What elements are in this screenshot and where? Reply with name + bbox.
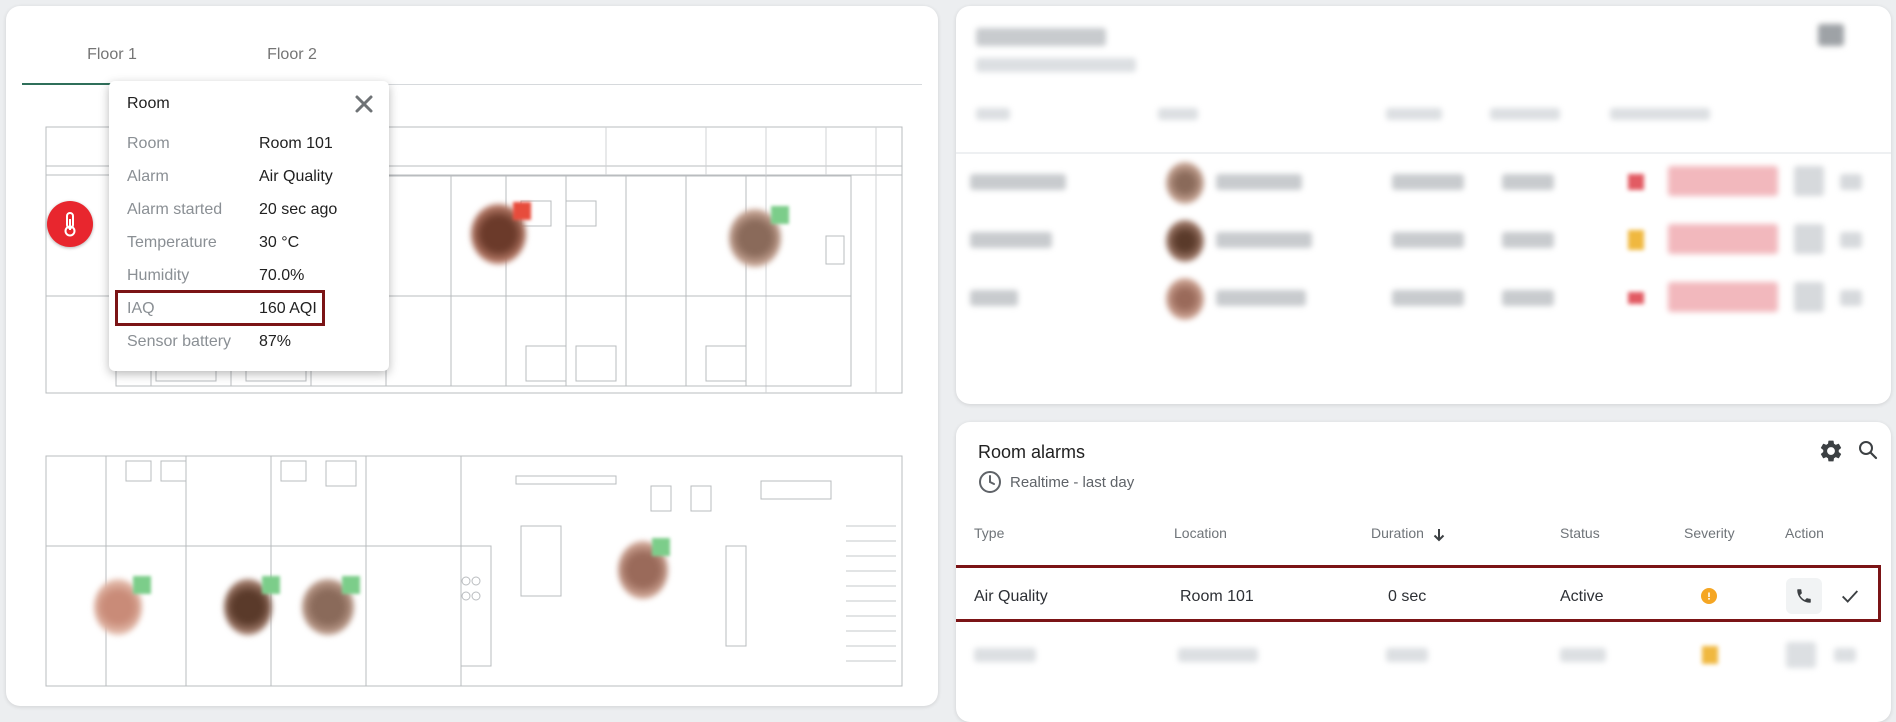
- blurred-header: [1386, 108, 1442, 120]
- popup-value: 20 sec ago: [259, 201, 338, 218]
- floor-tabs: Floor 1 Floor 2: [22, 28, 922, 85]
- avatar: [1166, 220, 1204, 262]
- blurred-status: [1628, 174, 1644, 190]
- blurred-action[interactable]: [1834, 648, 1856, 662]
- popup-key: Room: [127, 135, 170, 152]
- tab-floor-2[interactable]: Floor 2: [202, 46, 382, 64]
- popup-key: Alarm started: [127, 201, 223, 218]
- blurred-title: [976, 28, 1106, 46]
- occupant-status-dot: [262, 576, 280, 594]
- popup-value: Room 101: [259, 135, 333, 152]
- blurred-action[interactable]: [1840, 290, 1862, 306]
- cell-location: Room 101: [1180, 588, 1254, 605]
- check-icon: [1842, 590, 1859, 603]
- blurred-cell: [1386, 648, 1428, 662]
- occupant-status-dot: [133, 576, 151, 594]
- blurred-badge: [1668, 282, 1778, 312]
- cell-duration: 0 sec: [1388, 588, 1427, 605]
- popup-row-temperature: Temperature 30 °C: [127, 234, 377, 254]
- clock-icon: [979, 471, 1001, 493]
- popup-key: Temperature: [127, 234, 217, 251]
- blurred-header: [1158, 108, 1198, 120]
- iaq-highlight-box: [115, 290, 325, 326]
- popup-value: 70.0%: [259, 267, 305, 284]
- blurred-header: [976, 108, 1010, 120]
- popup-title: Room: [127, 95, 170, 112]
- blurred-header: [1610, 108, 1710, 120]
- blurred-badge: [1668, 224, 1778, 254]
- popup-key: Humidity: [127, 267, 190, 284]
- popup-row-sensor-battery: Sensor battery 87%: [127, 333, 377, 353]
- blurred-settings-icon[interactable]: [1818, 24, 1844, 46]
- occupant-status-dot: [771, 206, 789, 224]
- blurred-action[interactable]: [1840, 174, 1862, 190]
- blurred-status: [1628, 292, 1644, 304]
- blurred-cell: [970, 174, 1066, 190]
- blurred-status: [1628, 230, 1644, 250]
- cell-status: Active: [1560, 588, 1604, 605]
- severity-warning-icon: [1701, 588, 1717, 604]
- blurred-severity: [1702, 646, 1718, 664]
- column-header-type[interactable]: Type: [974, 525, 1004, 541]
- blurred-cell: [1178, 648, 1258, 662]
- popup-row-alarm: Alarm Air Quality: [127, 168, 377, 188]
- blurred-alarms-card: [956, 6, 1891, 404]
- floor-plan-card: Floor 1 Floor 2 Room Room Room 101 Alarm…: [6, 6, 938, 706]
- column-header-location[interactable]: Location: [1174, 525, 1227, 541]
- popup-value: Air Quality: [259, 168, 333, 185]
- column-header-status[interactable]: Status: [1560, 525, 1600, 541]
- blurred-action[interactable]: [1786, 642, 1816, 668]
- blurred-cell: [1216, 232, 1312, 248]
- occupant-status-dot: [513, 202, 531, 220]
- call-button[interactable]: [1786, 578, 1822, 614]
- acknowledge-button[interactable]: [1832, 578, 1868, 614]
- room-info-popup: Room Room Room 101 Alarm Air Quality Ala…: [109, 81, 389, 371]
- popup-value: 87%: [259, 333, 292, 350]
- blurred-cell: [1502, 232, 1554, 248]
- blurred-action[interactable]: [1794, 224, 1824, 254]
- blurred-cell: [1216, 290, 1306, 306]
- blurred-cell: [974, 648, 1036, 662]
- thermometer-icon: [64, 212, 76, 237]
- popup-row-alarm-started: Alarm started 20 sec ago: [127, 201, 377, 221]
- tab-floor-1[interactable]: Floor 1: [22, 46, 202, 64]
- blurred-badge: [1668, 166, 1778, 196]
- arrow-down-icon[interactable]: [1432, 527, 1446, 543]
- phone-icon: [1797, 589, 1811, 603]
- room-alarms-card: Room alarms Realtime - last day Type Loc…: [956, 422, 1891, 722]
- avatar: [1166, 278, 1204, 320]
- blurred-subtitle: [976, 58, 1136, 72]
- blurred-cell: [1392, 174, 1464, 190]
- blurred-action[interactable]: [1840, 232, 1862, 248]
- room-alarms-subtitle: Realtime - last day: [1010, 474, 1135, 491]
- gear-icon[interactable]: [1818, 438, 1844, 464]
- occupant-status-dot: [342, 576, 360, 594]
- blurred-cell: [1392, 290, 1464, 306]
- popup-key: Sensor battery: [127, 333, 232, 350]
- column-header-action: Action: [1785, 525, 1824, 541]
- blurred-action[interactable]: [1794, 282, 1824, 312]
- occupant-status-dot: [652, 538, 670, 556]
- blurred-cell: [1216, 174, 1302, 190]
- blurred-cell: [970, 290, 1018, 306]
- popup-row-room: Room Room 101: [127, 135, 377, 155]
- close-icon[interactable]: [353, 93, 375, 115]
- popup-key: Alarm: [127, 168, 169, 185]
- blurred-cell: [1502, 174, 1554, 190]
- blurred-action[interactable]: [1794, 166, 1824, 196]
- avatar: [1166, 162, 1204, 204]
- room-sensor-marker[interactable]: [47, 201, 93, 247]
- column-header-severity[interactable]: Severity: [1684, 525, 1735, 541]
- blurred-cell: [970, 232, 1052, 248]
- search-icon[interactable]: [1856, 438, 1880, 462]
- blurred-header: [1490, 108, 1560, 120]
- room-alarms-title: Room alarms: [978, 442, 1086, 462]
- popup-row-humidity: Humidity 70.0%: [127, 267, 377, 287]
- blurred-cell: [1502, 290, 1554, 306]
- cell-type: Air Quality: [974, 588, 1048, 605]
- blurred-cell: [1392, 232, 1464, 248]
- blurred-cell: [1560, 648, 1606, 662]
- popup-value: 30 °C: [259, 234, 300, 251]
- column-header-duration[interactable]: Duration: [1371, 525, 1424, 541]
